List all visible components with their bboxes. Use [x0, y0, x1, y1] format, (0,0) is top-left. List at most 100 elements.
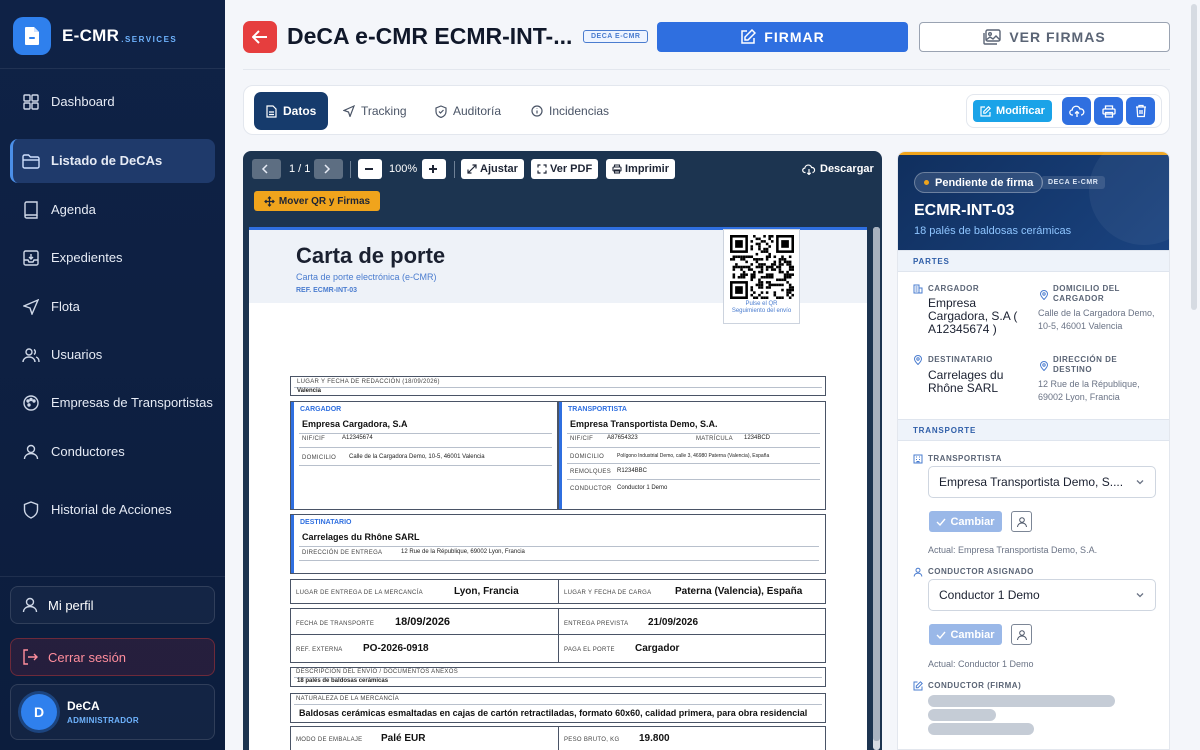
modify-label: Modificar [996, 105, 1045, 117]
view-pdf-button[interactable]: Ver PDF [531, 159, 599, 179]
matricula: 1234BCD [744, 435, 771, 441]
images-icon [983, 29, 1002, 45]
check-icon [936, 631, 947, 639]
qr-code[interactable]: Pulse el QR Seguimiento del envío [723, 229, 800, 324]
prev-page-button[interactable] [252, 159, 281, 179]
delete-button[interactable] [1126, 97, 1155, 125]
back-button[interactable] [243, 21, 277, 53]
modify-button[interactable]: Modificar [973, 100, 1052, 122]
logout-label: Cerrar sesión [48, 649, 127, 665]
sidebar-item-historial[interactable]: Historial de Acciones [10, 488, 215, 532]
sidebar-item-dashboard[interactable]: Dashboard [10, 80, 215, 124]
tab-tracking[interactable]: Tracking [331, 92, 419, 130]
zoom-level: 100% [389, 163, 418, 175]
folder-icon [22, 152, 40, 170]
cloud-upload-icon [1068, 105, 1084, 117]
destinatario-name: Carrelages du Rhône SARL [302, 532, 420, 542]
zoom-out-button[interactable] [358, 159, 382, 179]
peso-label: PESO BRUTO, KG [564, 737, 620, 743]
sidebar-item-flota[interactable]: Flota [10, 285, 215, 329]
sidebar-item-empresas[interactable]: Empresas de Transportistas [10, 381, 215, 425]
view-signatures-label: VER FIRMAS [1009, 29, 1106, 45]
transportista-select[interactable]: Empresa Transportista Demo, S.... [928, 466, 1156, 498]
type-badge: DECA E-CMR [1041, 176, 1106, 189]
print-doc-button[interactable]: Imprimir [606, 159, 676, 179]
zoom-in-button[interactable] [422, 159, 446, 179]
check-icon [936, 518, 947, 526]
lugar-entrega-label: LUGAR DE ENTREGA DE LA MERCANCÍA [296, 590, 423, 596]
move-qr-label: Mover QR y Firmas [278, 195, 371, 207]
loading-skeleton [928, 695, 1115, 707]
sidebar-item-label: Dashboard [51, 94, 115, 109]
tab-datos[interactable]: Datos [254, 92, 329, 130]
cambiar-label: Cambiar [950, 628, 995, 641]
sidebar-item-listado-decas[interactable]: Listado de DeCAs [10, 139, 215, 183]
fit-button[interactable]: Ajustar [461, 159, 524, 179]
sign-button[interactable]: FIRMAR [657, 22, 908, 52]
tab-auditoria[interactable]: Auditoría [423, 92, 513, 130]
sidebar-item-usuarios[interactable]: Usuarios [10, 333, 215, 377]
descripcion-box: DESCRIPCIÓN DEL ENVÍO / DOCUMENTOS ANEXO… [290, 667, 826, 687]
sidebar-item-expedientes[interactable]: Expedientes [10, 236, 215, 280]
viewer-scrollbar[interactable] [873, 227, 880, 750]
sidebar-item-agenda[interactable]: Agenda [10, 188, 215, 232]
print-label: Imprimir [625, 163, 670, 175]
dir-entrega: 12 Rue de la République, 69002 Lyon, Fra… [401, 549, 525, 555]
sidebar-item-conductores[interactable]: Conductores [10, 430, 215, 474]
book-icon [22, 201, 40, 219]
edit-icon [913, 681, 923, 691]
sidebar-item-label: Conductores [51, 444, 125, 459]
download-label: Descargar [820, 163, 874, 175]
paga-label: PAGA EL PORTE [564, 647, 615, 653]
upload-cloud-button[interactable] [1062, 97, 1091, 125]
conductor-select-value: Conductor 1 Demo [939, 588, 1040, 602]
document-title: Carta de porte [296, 243, 446, 268]
loading-skeleton [928, 723, 1034, 735]
logout-button[interactable]: Cerrar sesión [10, 638, 215, 676]
conductor-select[interactable]: Conductor 1 Demo [928, 579, 1156, 611]
conductor: Conductor 1 Demo [617, 485, 668, 491]
edit-icon [980, 105, 992, 117]
sidebar-item-label: Expedientes [51, 250, 123, 265]
place-date-value: Valencia [297, 388, 322, 394]
next-page-button[interactable] [314, 159, 343, 179]
chevron-down-icon [1136, 593, 1144, 598]
view-signatures-button[interactable]: VER FIRMAS [919, 22, 1170, 52]
download-button[interactable]: Descargar [802, 163, 874, 175]
page-header: DeCA e-CMR ECMR-INT-... DECA E-CMR FIRMA… [243, 20, 1170, 70]
shield-check-icon [435, 104, 447, 118]
move-qr-button[interactable]: Mover QR y Firmas [254, 191, 380, 211]
document-logo-icon [13, 17, 51, 55]
cargador-label: CARGADOR [928, 284, 980, 293]
tab-incidencias[interactable]: Incidencias [519, 92, 621, 130]
transportista-box: TRANSPORTISTA Empresa Transportista Demo… [558, 401, 826, 510]
sidebar-item-label: Historial de Acciones [51, 502, 172, 517]
page-scrollbar[interactable] [1188, 0, 1200, 750]
palette-icon [22, 394, 40, 412]
add-transportista-user-button[interactable] [1011, 511, 1032, 532]
sidebar-item-label: Listado de DeCAs [51, 153, 163, 168]
profile-button[interactable]: Mi perfil [10, 586, 215, 624]
user-card[interactable]: D DeCA ADMINISTRADOR [10, 684, 215, 740]
avatar: D [21, 694, 57, 730]
qr-code-icon [729, 235, 794, 299]
cargador-value: Empresa Cargadora, S.A ( A12345674 ) [928, 296, 1018, 336]
cargador-nif: A12345674 [342, 435, 373, 441]
change-transportista-button[interactable]: Cambiar [929, 511, 1002, 532]
conductor-label: CONDUCTOR ASIGNADO [928, 567, 1034, 576]
cloud-download-icon [802, 163, 816, 175]
embalaje-label: MODO DE EMBALAJE [296, 737, 363, 743]
profile-label: Mi perfil [48, 597, 94, 613]
add-conductor-user-button[interactable] [1011, 624, 1032, 645]
change-conductor-button[interactable]: Cambiar [929, 624, 1002, 645]
conductor-label: CONDUCTOR [570, 486, 612, 492]
actual-conductor: Actual: Conductor 1 Demo [928, 659, 1034, 669]
nif-label: NIF/CIF [302, 436, 326, 442]
user-icon [22, 443, 40, 461]
chevron-down-icon [1136, 480, 1144, 485]
print-button[interactable] [1094, 97, 1123, 125]
brand[interactable]: E-CMR .SERVICES [13, 17, 177, 55]
dir-entrega-label: DIRECCIÓN DE ENTREGA [302, 550, 383, 556]
direccion-destino-label: DIRECCIÓN DE DESTINO [1053, 355, 1118, 374]
pin-icon [1039, 290, 1049, 300]
